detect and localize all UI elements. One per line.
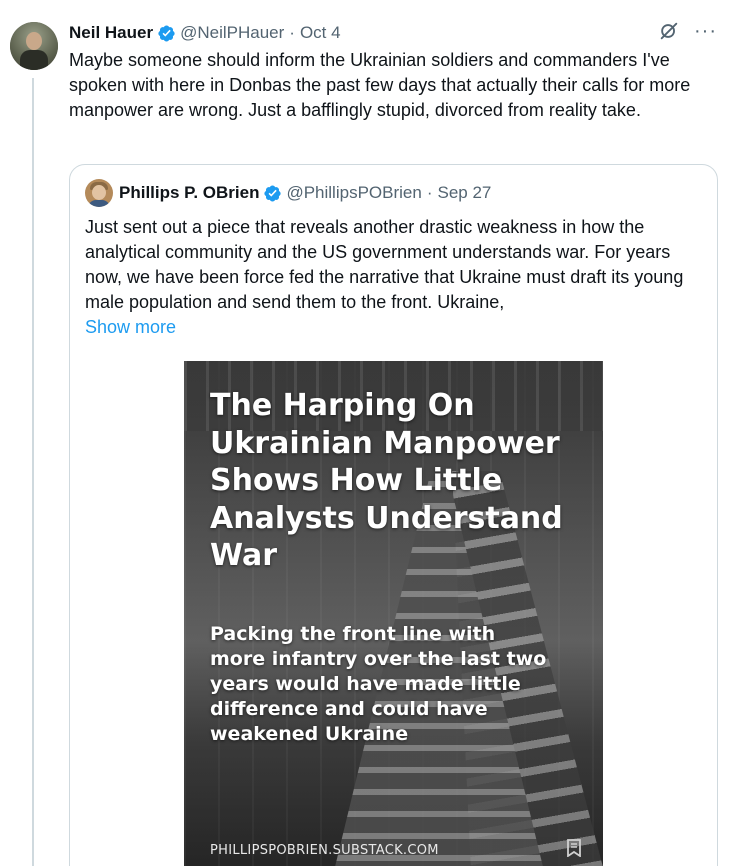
- quoted-author-avatar: [85, 179, 113, 207]
- separator-dot: ·: [426, 183, 433, 202]
- author-name[interactable]: Neil Hauer: [69, 23, 153, 43]
- quoted-tweet-text-block: Just sent out a piece that reveals anoth…: [85, 215, 705, 340]
- thread-connector-line: [32, 78, 34, 866]
- quoted-tweet-text: Just sent out a piece that reveals anoth…: [85, 217, 684, 312]
- tweet-header-actions: ···: [658, 20, 717, 42]
- quoted-author-handle: @PhillipsPOBrien: [286, 183, 422, 202]
- article-preview-image[interactable]: The Harping On Ukrainian Manpower Shows …: [184, 361, 603, 866]
- article-image-subtitle: Packing the front line with more infantr…: [210, 623, 547, 745]
- bookmark-icon: [567, 839, 581, 857]
- quoted-tweet-header: Phillips P. OBrien @PhillipsPOBrien · Se…: [85, 179, 491, 207]
- grok-icon[interactable]: [658, 20, 680, 42]
- tweet-date[interactable]: Oct 4: [300, 23, 341, 43]
- more-options-icon[interactable]: ···: [694, 21, 717, 41]
- article-image-domain: PHILLIPSPOBRIEN.SUBSTACK.COM: [210, 843, 439, 858]
- show-more-link[interactable]: Show more: [85, 315, 705, 340]
- author-handle[interactable]: @NeilPHauer: [180, 23, 284, 43]
- quoted-tweet-card[interactable]: Phillips P. OBrien @PhillipsPOBrien · Se…: [69, 164, 718, 866]
- verified-badge-icon: [263, 184, 282, 203]
- tweet-text: Maybe someone should inform the Ukrainia…: [69, 50, 691, 120]
- quoted-tweet-date: Sep 27: [437, 183, 492, 202]
- verified-badge-icon[interactable]: [157, 24, 176, 43]
- tweet-header: Neil Hauer @NeilPHauer · Oct 4: [69, 18, 721, 48]
- tweet: Neil Hauer @NeilPHauer · Oct 4 ··· Maybe…: [69, 18, 721, 123]
- author-avatar[interactable]: [10, 22, 58, 70]
- quoted-author-name: Phillips P. OBrien: [119, 183, 260, 202]
- separator-dot: ·: [289, 23, 295, 42]
- article-image-title: The Harping On Ukrainian Manpower Shows …: [210, 388, 563, 573]
